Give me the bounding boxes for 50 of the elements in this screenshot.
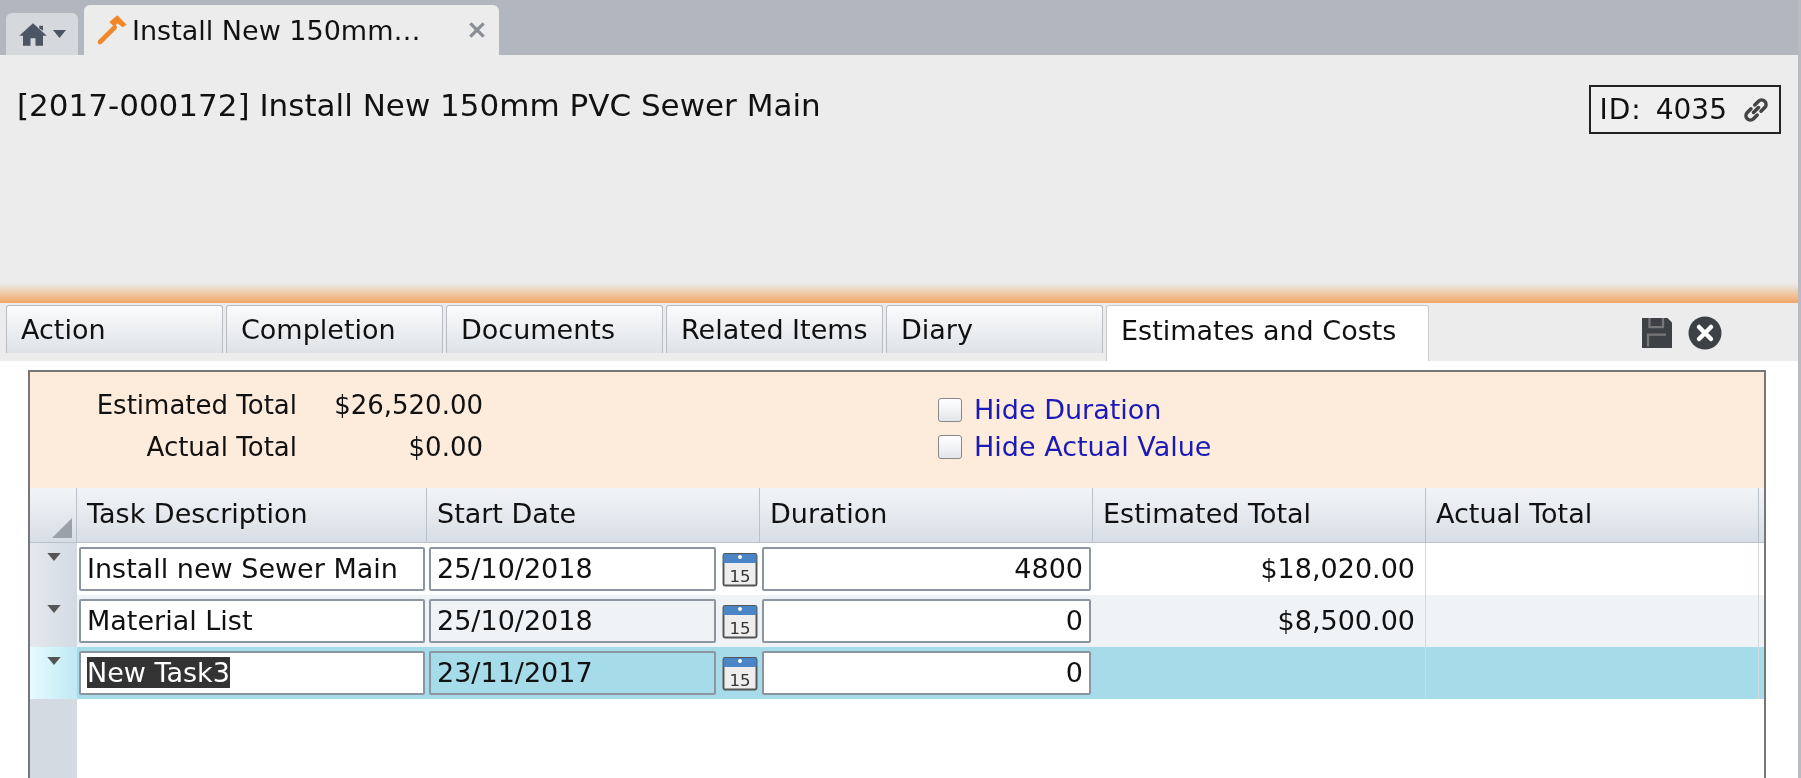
caret-icon bbox=[46, 553, 61, 561]
column-header[interactable]: Start Date bbox=[427, 488, 760, 542]
tab[interactable]: Completion bbox=[226, 305, 443, 353]
calendar-icon[interactable]: 15 bbox=[722, 655, 758, 691]
description-field[interactable]: Install new Sewer Main bbox=[79, 547, 425, 591]
checkbox-label[interactable]: Hide Actual Value bbox=[974, 431, 1212, 462]
date-field[interactable]: 25/10/2018 bbox=[429, 599, 716, 643]
table-row[interactable]: Material List 25/10/2018 15 0 $8,500.00 bbox=[30, 595, 1764, 647]
save-icon[interactable] bbox=[1639, 315, 1675, 351]
column-header[interactable]: Task Description bbox=[77, 488, 427, 542]
close-icon[interactable] bbox=[1687, 315, 1723, 351]
tab[interactable]: Action bbox=[6, 305, 223, 353]
home-icon bbox=[18, 21, 48, 47]
total-label: Estimated Total bbox=[95, 390, 297, 420]
caret-icon bbox=[46, 605, 61, 613]
checkbox[interactable] bbox=[938, 397, 962, 422]
duration-field[interactable]: 4800 bbox=[762, 547, 1091, 591]
tab[interactable]: Diary bbox=[886, 305, 1103, 353]
checkbox[interactable] bbox=[938, 434, 962, 459]
caret-icon bbox=[46, 657, 61, 665]
date-field[interactable]: 23/11/2017 bbox=[429, 651, 716, 695]
tab[interactable]: Documents bbox=[446, 305, 663, 353]
description-field[interactable]: Material List bbox=[79, 599, 425, 643]
row-header[interactable] bbox=[30, 543, 77, 595]
checkbox-label[interactable]: Hide Duration bbox=[974, 394, 1162, 425]
column-header[interactable]: Estimated Total bbox=[1093, 488, 1426, 542]
corner-triangle-icon bbox=[52, 518, 72, 538]
id-label: ID: bbox=[1599, 93, 1642, 126]
caret-icon bbox=[53, 30, 66, 38]
duration-field[interactable]: 0 bbox=[762, 599, 1091, 643]
home-menu-tab[interactable] bbox=[6, 13, 78, 55]
duration-field[interactable]: 0 bbox=[762, 651, 1091, 695]
tab[interactable]: Estimates and Costs bbox=[1106, 305, 1429, 361]
tab[interactable]: Related Items bbox=[666, 305, 883, 353]
column-header[interactable]: Actual Total bbox=[1426, 488, 1759, 542]
calendar-icon[interactable]: 15 bbox=[722, 603, 758, 639]
id-value: 4035 bbox=[1655, 93, 1727, 126]
calendar-icon[interactable]: 15 bbox=[722, 551, 758, 587]
row-header[interactable] bbox=[30, 595, 77, 647]
column-header[interactable]: Duration bbox=[760, 488, 1093, 542]
row-header[interactable] bbox=[30, 647, 77, 699]
total-label: Actual Total bbox=[145, 432, 297, 462]
total-value: $26,520.00 bbox=[333, 390, 483, 420]
date-field[interactable]: 25/10/2018 bbox=[429, 547, 716, 591]
hammer-icon bbox=[96, 14, 128, 46]
description-field[interactable]: New Task3 bbox=[79, 651, 425, 695]
table-row[interactable]: New Task3 23/11/2017 15 0 bbox=[30, 647, 1764, 699]
document-tab[interactable]: Install New 150mm… bbox=[84, 5, 499, 55]
total-value: $0.00 bbox=[407, 432, 483, 462]
record-title: [2017-000172] Install New 150mm PVC Sewer Main bbox=[17, 86, 821, 123]
